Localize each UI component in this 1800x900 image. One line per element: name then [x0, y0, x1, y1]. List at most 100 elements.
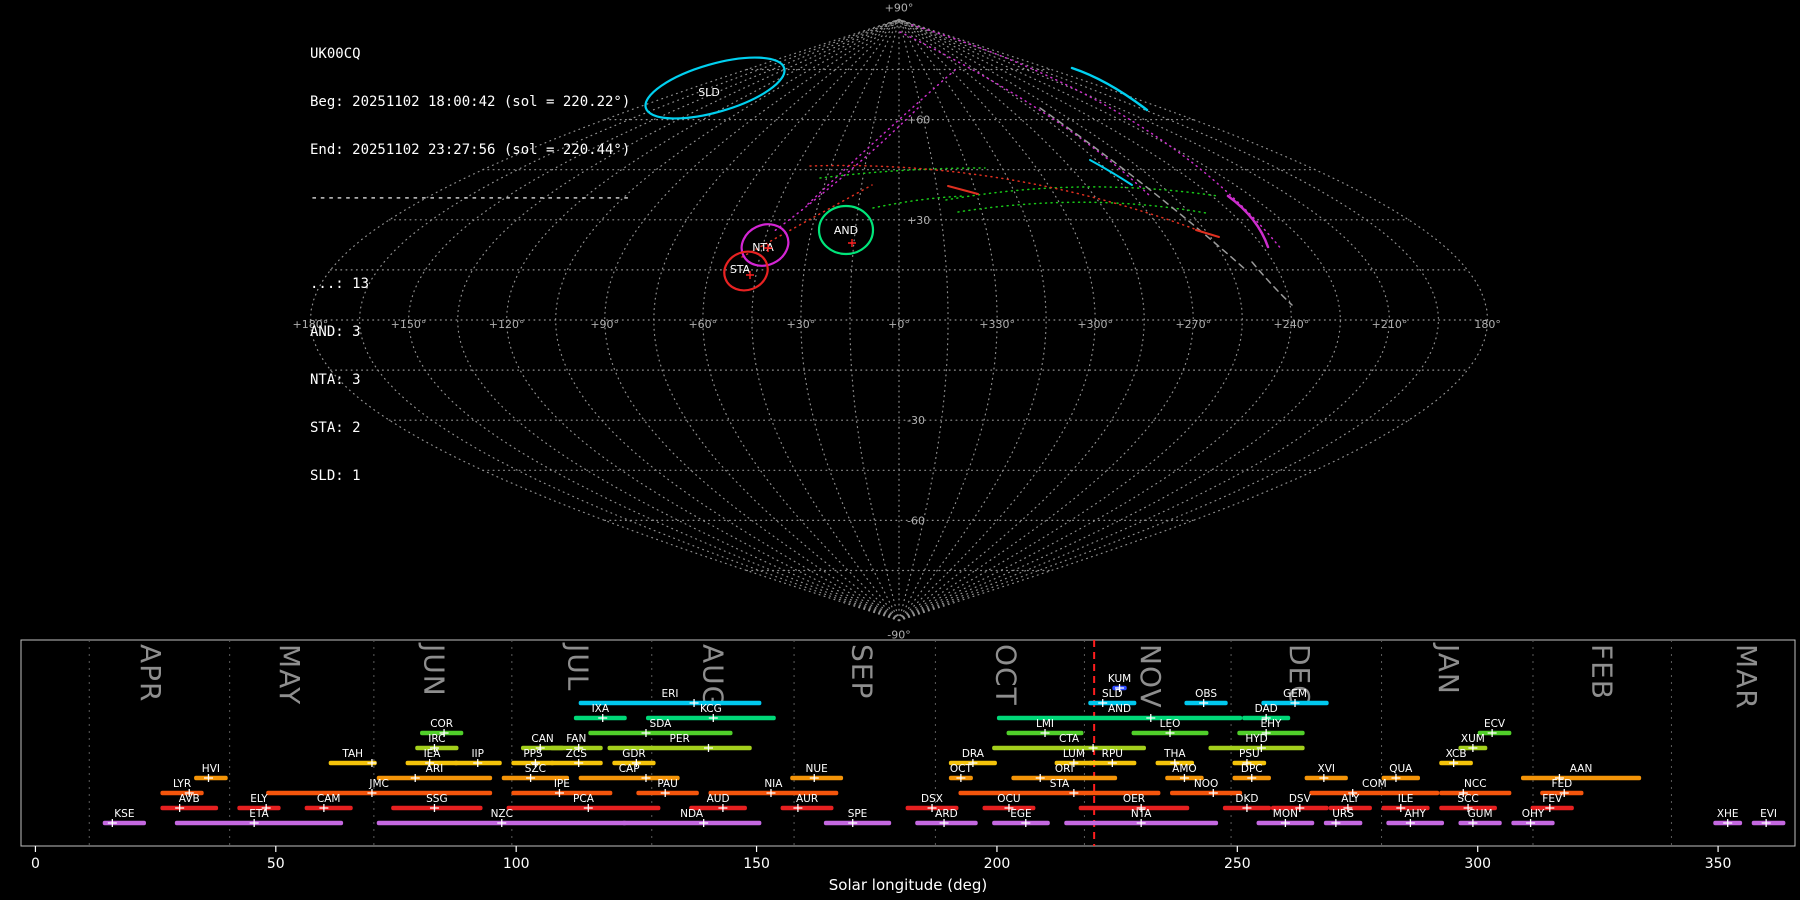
shower-label: EGE: [1010, 808, 1031, 820]
shower-peak-marker: [1468, 744, 1478, 752]
shower-label: MON: [1273, 808, 1298, 820]
lon-label: +270°: [1175, 318, 1211, 331]
shower-bar: [506, 805, 661, 811]
shower-label: ORI: [1055, 763, 1074, 775]
shower-label: EVI: [1760, 808, 1777, 820]
station-info-panel: UK00CQ Beg: 20251102 18:00:42 (sol = 220…: [310, 14, 630, 532]
shower-peak-marker: [848, 819, 858, 827]
end-time-line: End: 20251102 23:27:56 (sol = 220.44°): [310, 142, 631, 158]
shower-label: ZCS: [566, 748, 588, 760]
x-tick-label: 0: [31, 856, 40, 872]
shower-peak-marker: [939, 819, 949, 827]
shower-label: XCB: [1446, 748, 1467, 760]
shower-label: NUE: [806, 763, 828, 775]
shower-peak-marker: [497, 819, 507, 827]
shower-bar: [1381, 775, 1421, 781]
shower-peak-marker: [1179, 774, 1189, 782]
x-tick-label: 250: [1224, 856, 1251, 872]
shower-label: LEO: [1160, 718, 1181, 730]
shower-label: OER: [1123, 793, 1145, 805]
shower-peak-marker: [718, 804, 728, 812]
meteor-trail: [1070, 66, 1149, 112]
shower-peak-marker: [1136, 819, 1146, 827]
shower-label: AUR: [796, 793, 818, 805]
shower-label: IPE: [554, 778, 570, 790]
shower-label: ETA: [249, 808, 269, 820]
shower-label: LUM: [1063, 748, 1085, 760]
shower-bar: [588, 730, 733, 736]
shower-label: SZC: [525, 763, 546, 775]
x-tick-label: 100: [503, 856, 530, 872]
lon-label: +240°: [1274, 318, 1310, 331]
shower-label: GEM: [1283, 688, 1307, 700]
shower-peak-marker: [1487, 729, 1497, 737]
shower-label: URS: [1332, 808, 1354, 820]
shower-label: JMC: [368, 778, 389, 790]
shower-label: DKD: [1235, 793, 1258, 805]
shower-bar: [174, 820, 344, 826]
meteor-trail: [809, 164, 1201, 232]
shower-label: AVB: [179, 793, 200, 805]
shower-label: IXA: [592, 703, 610, 715]
grid-meridian: [898, 18, 1194, 622]
month-label: SEP: [845, 644, 878, 699]
shower-peak-marker: [1035, 774, 1045, 782]
meteor-trail: [805, 69, 956, 207]
lat-label: -60: [907, 514, 925, 527]
shower-label: DPC: [1241, 763, 1263, 775]
shower-label: PER: [670, 733, 690, 745]
radiant-label: SLD: [698, 86, 720, 99]
shower-peak-marker: [367, 759, 377, 767]
x-tick-label: 200: [984, 856, 1011, 872]
shower-peak-marker: [1208, 789, 1218, 797]
shower-label: DAD: [1255, 703, 1278, 715]
shower-peak-marker: [1098, 699, 1108, 707]
x-tick-label: 150: [743, 856, 770, 872]
shower-peak-marker: [1405, 819, 1415, 827]
shower-peak-marker: [1165, 729, 1175, 737]
shower-label: XUM: [1461, 733, 1485, 745]
shower-label: ILE: [1398, 793, 1414, 805]
shower-bar: [621, 820, 762, 826]
shower-peak-marker: [1761, 819, 1771, 827]
shower-label: ARD: [935, 808, 958, 820]
month-label: MAR: [1730, 644, 1763, 710]
shower-label: KSE: [114, 808, 134, 820]
shower-label: AMO: [1172, 763, 1197, 775]
shower-peak-marker: [107, 819, 117, 827]
shower-label: THA: [1163, 748, 1186, 760]
shower-bar: [376, 775, 493, 781]
shower-peak-marker: [708, 714, 718, 722]
lat-label: +30: [907, 214, 930, 227]
shower-peak-marker: [699, 819, 709, 827]
meteor-trail: [1251, 261, 1293, 306]
shower-peak-marker: [429, 804, 439, 812]
meteor-trail: [945, 186, 1219, 201]
shower-label: CTA: [1059, 733, 1080, 745]
shower-peak-marker: [1468, 819, 1478, 827]
shower-label: NCC: [1464, 778, 1487, 790]
shower-peak-marker: [1319, 774, 1329, 782]
shower-label: NDA: [680, 808, 704, 820]
shower-label: COM: [1362, 778, 1387, 790]
shower-label: PCA: [573, 793, 595, 805]
shower-bar: [304, 805, 353, 811]
shower-peak-marker: [526, 774, 536, 782]
shower-label: LMI: [1036, 718, 1054, 730]
shower-counts: ...: 13 AND: 3 NTA: 3 STA: 2 SLD: 1: [310, 244, 630, 516]
shower-label: ELY: [250, 793, 268, 805]
shower-label: NTA: [1131, 808, 1152, 820]
shower-label: SCC: [1457, 793, 1478, 805]
lon-label: +60°: [688, 318, 717, 331]
lon-label: +300°: [1077, 318, 1113, 331]
shower-peak-marker: [793, 804, 803, 812]
shower-label: LYR: [173, 778, 191, 790]
shower-bar: [996, 715, 1243, 721]
shower-label: DRA: [962, 748, 985, 760]
meteor-trail: [1226, 194, 1270, 249]
shower-label: OCU: [997, 793, 1020, 805]
shower-label: PSU: [1239, 748, 1260, 760]
radiant-plus-marker: [848, 239, 856, 247]
shower-peak-marker: [1247, 774, 1257, 782]
activity-chart: APR MAY JUN JUL AUG SEP OCT NOV DEC JAN FEB MAR0 50 1…: [20, 639, 1796, 894]
